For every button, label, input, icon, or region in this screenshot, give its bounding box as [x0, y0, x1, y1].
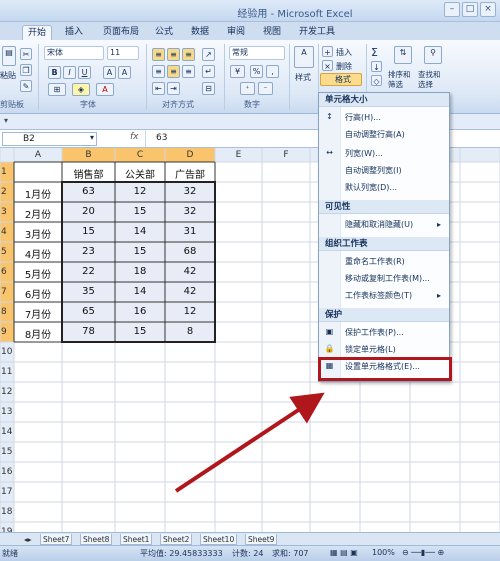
excel-window: 经验用 - Microsoft Excel – □ × 开始 插入 页面布局 公…	[0, 0, 500, 561]
annotation-arrow	[174, 392, 325, 493]
arrow-line	[174, 392, 325, 493]
